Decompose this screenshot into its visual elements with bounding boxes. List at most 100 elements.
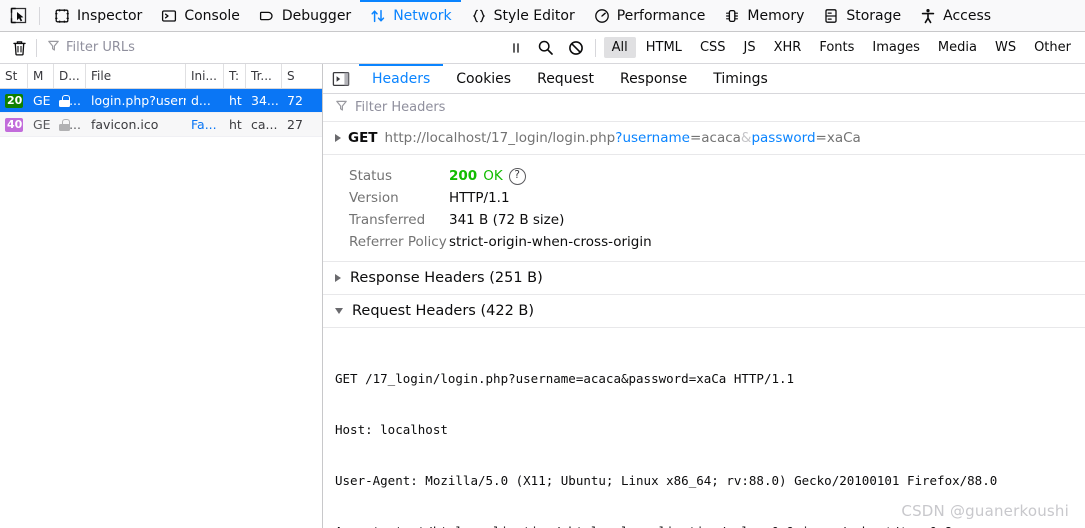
query-param-password-value: =xaCa bbox=[815, 130, 861, 146]
query-param-username-value: =acaca bbox=[689, 130, 741, 146]
row-method-cell: GE bbox=[33, 117, 51, 132]
raw-header-line: GET /17_login/login.php?username=acaca&p… bbox=[323, 370, 1085, 387]
summary-label: Version bbox=[349, 190, 399, 206]
tool-tab-network[interactable]: Network bbox=[360, 0, 462, 32]
request-url-row[interactable]: GET http://localhost/17_login/login.php?… bbox=[323, 122, 1085, 155]
watermark: CSDN @guanerkoushi bbox=[901, 502, 1069, 520]
tool-tab-style-editor[interactable]: Style Editor bbox=[461, 0, 584, 32]
inspector-icon bbox=[53, 7, 71, 25]
trash-icon[interactable] bbox=[6, 36, 32, 60]
tab-timings[interactable]: Timings bbox=[700, 64, 781, 94]
type-filter-media[interactable]: Media bbox=[930, 37, 985, 58]
query-param-username-key: username bbox=[622, 130, 690, 146]
row-domain-text: ... bbox=[69, 117, 81, 132]
type-filter-ws[interactable]: WS bbox=[987, 37, 1024, 58]
summary-value: strict-origin-when-cross-origin bbox=[449, 234, 652, 250]
raw-request-headers[interactable]: GET /17_login/login.php?username=acaca&p… bbox=[323, 328, 1085, 528]
table-row[interactable]: 20 GE ... login.php?usern d... ht 34... … bbox=[0, 89, 322, 113]
tab-response[interactable]: Response bbox=[607, 64, 700, 94]
element-picker-icon[interactable] bbox=[4, 3, 32, 29]
row-type-cell: ht bbox=[229, 117, 242, 132]
details-tabbar: Headers Cookies Request Response Timings bbox=[323, 64, 1085, 94]
tool-tab-label: Storage bbox=[846, 7, 902, 24]
query-ampersand: & bbox=[740, 130, 752, 146]
chevron-right-icon[interactable] bbox=[335, 134, 341, 142]
pause-icon[interactable] bbox=[501, 36, 531, 60]
type-filter-fonts[interactable]: Fonts bbox=[811, 37, 862, 58]
type-filter-css[interactable]: CSS bbox=[692, 37, 734, 58]
request-table-header: St M D... File Ini... T: Tr... S bbox=[0, 64, 322, 89]
filter-headers-input[interactable]: Filter Headers bbox=[323, 94, 1085, 122]
toggle-sidebar-icon[interactable] bbox=[329, 68, 353, 90]
response-headers-section-toggle[interactable]: Response Headers (251 B) bbox=[323, 262, 1085, 295]
table-row[interactable]: 40 GE ... favicon.ico Fa... ht ca... 27 bbox=[0, 113, 322, 137]
type-filter-images[interactable]: Images bbox=[864, 37, 928, 58]
row-transferred-cell: 34... bbox=[251, 93, 279, 108]
tab-headers[interactable]: Headers bbox=[359, 64, 444, 94]
tab-cookies[interactable]: Cookies bbox=[443, 64, 524, 94]
column-header-size[interactable]: S bbox=[282, 64, 308, 88]
type-filter-other[interactable]: Other bbox=[1026, 37, 1079, 58]
tool-tab-performance[interactable]: Performance bbox=[584, 0, 715, 32]
request-headers-label: Request Headers (422 B) bbox=[352, 303, 535, 319]
tool-tab-accessibility[interactable]: Access bbox=[910, 0, 1000, 32]
devtools-window: Inspector Console Debugger Network Style… bbox=[0, 0, 1085, 528]
request-details-pane: Headers Cookies Request Response Timings… bbox=[323, 64, 1085, 528]
column-header-type[interactable]: T: bbox=[224, 64, 246, 88]
raw-header-text: User-Agent: Mozilla/5.0 (X11; Ubuntu; Li… bbox=[335, 473, 998, 488]
request-headers-section-toggle[interactable]: Request Headers (422 B) bbox=[323, 295, 1085, 328]
column-header-file[interactable]: File bbox=[86, 64, 186, 88]
block-icon[interactable] bbox=[561, 36, 591, 60]
raw-header-text: Host: localhost bbox=[335, 422, 448, 437]
filter-urls-input[interactable]: Filter URLs bbox=[41, 37, 371, 59]
row-domain-cell: ... bbox=[54, 89, 86, 112]
chevron-down-icon bbox=[335, 308, 343, 314]
filter-headers-placeholder: Filter Headers bbox=[355, 100, 446, 115]
accessibility-icon bbox=[919, 7, 937, 25]
column-header-initiator[interactable]: Ini... bbox=[186, 64, 224, 88]
column-header-status[interactable]: St bbox=[0, 64, 28, 88]
type-filter-xhr[interactable]: XHR bbox=[766, 37, 810, 58]
network-icon bbox=[369, 7, 387, 25]
console-icon bbox=[160, 7, 178, 25]
tool-tab-debugger[interactable]: Debugger bbox=[249, 0, 360, 32]
row-file-cell: favicon.ico bbox=[91, 117, 159, 132]
request-summary: Status 200 OK ? Version HTTP/1.1 Transfer… bbox=[323, 155, 1085, 262]
network-toolbar: Filter URLs All HTML CSS JS XHR Fonts Im… bbox=[0, 32, 1085, 64]
status-code: 200 bbox=[449, 168, 478, 184]
type-filter-html[interactable]: HTML bbox=[638, 37, 690, 58]
request-method: GET bbox=[348, 130, 378, 146]
query-param-password-key: password bbox=[751, 130, 816, 146]
help-icon[interactable]: ? bbox=[508, 167, 526, 185]
tool-tab-label: Style Editor bbox=[493, 7, 575, 24]
type-filter-all[interactable]: All bbox=[603, 37, 636, 58]
raw-header-line: User-Agent: Mozilla/5.0 (X11; Ubuntu; Li… bbox=[323, 472, 1085, 489]
memory-icon bbox=[723, 7, 741, 25]
column-header-transferred[interactable]: Tr... bbox=[246, 64, 282, 88]
summary-row-status: Status 200 OK ? bbox=[323, 165, 1085, 187]
row-method-cell: GE bbox=[33, 93, 51, 108]
row-type-cell: ht bbox=[229, 93, 242, 108]
summary-label: Status bbox=[349, 168, 393, 184]
performance-icon bbox=[593, 7, 611, 25]
search-icon[interactable] bbox=[531, 36, 561, 60]
column-header-method[interactable]: M bbox=[28, 64, 54, 88]
type-filter-js[interactable]: JS bbox=[736, 37, 764, 58]
summary-value: 200 OK ? bbox=[449, 165, 526, 187]
tool-tab-memory[interactable]: Memory bbox=[714, 0, 813, 32]
column-header-domain[interactable]: D... bbox=[54, 64, 86, 88]
row-status-cell: 40 bbox=[0, 113, 28, 136]
toolbar-divider bbox=[36, 38, 37, 57]
response-headers-label: Response Headers (251 B) bbox=[350, 270, 543, 286]
raw-header-text: Accept: text/html,application/xhtml+xml,… bbox=[335, 524, 952, 528]
tool-tab-label: Access bbox=[943, 7, 992, 24]
request-url: http://localhost/17_login/login.php?user… bbox=[385, 130, 861, 146]
tool-tab-inspector[interactable]: Inspector bbox=[44, 0, 151, 32]
tool-tab-storage[interactable]: Storage bbox=[813, 0, 910, 32]
tab-request[interactable]: Request bbox=[524, 64, 607, 94]
tool-tab-console[interactable]: Console bbox=[151, 0, 249, 32]
row-file-cell: login.php?usern bbox=[91, 93, 186, 108]
network-split-view: St M D... File Ini... T: Tr... S 20 GE .… bbox=[0, 64, 1085, 528]
tool-tab-label: Debugger bbox=[281, 7, 352, 24]
summary-label: Referrer Policy bbox=[349, 234, 447, 250]
